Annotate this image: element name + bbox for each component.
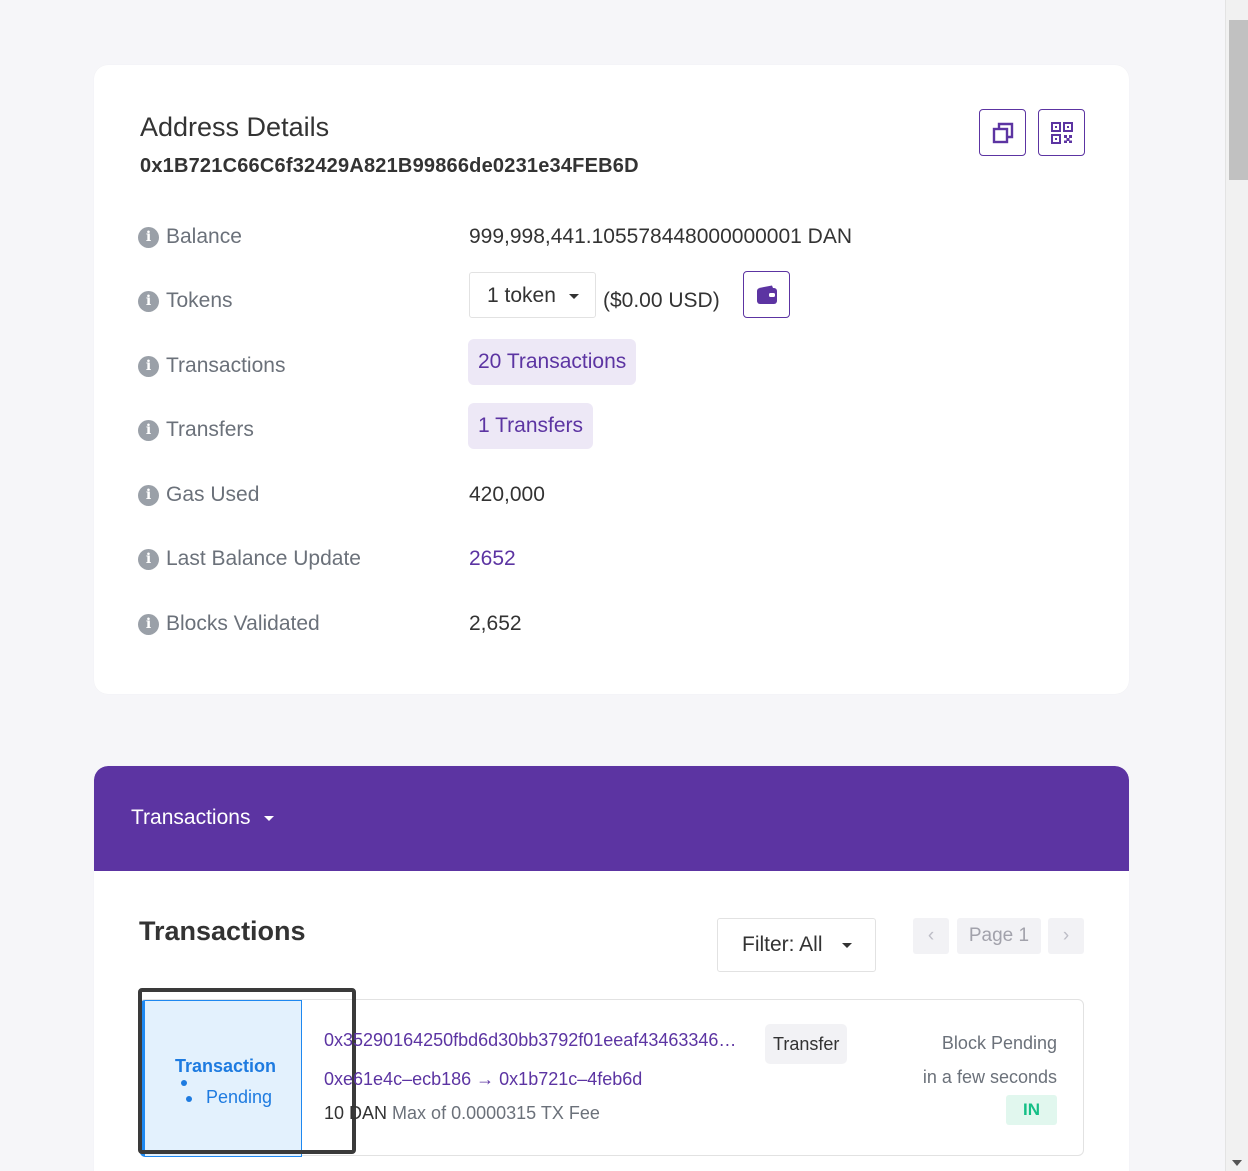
page-title: Address Details	[140, 112, 330, 142]
tokens-dropdown-label: 1 token	[487, 284, 556, 307]
tokens-dropdown[interactable]: 1 token	[469, 272, 596, 318]
balance-row: i Balance 999,998,441.105578448000000001…	[138, 224, 1078, 254]
transactions-card: Transactions Transactions Filter: All ‹ …	[94, 766, 1129, 1171]
gas-used-row: i Gas Used 420,000	[138, 482, 1078, 512]
transactions-count-link[interactable]: 20 Transactions	[468, 339, 637, 385]
transfers-label: Transfers	[166, 418, 254, 441]
copy-address-button[interactable]	[979, 109, 1026, 156]
wallet-button[interactable]	[743, 271, 790, 318]
page-scrollbar[interactable]	[1225, 0, 1248, 1171]
info-icon[interactable]: i	[138, 356, 159, 377]
gas-used-label: Gas Used	[166, 483, 260, 506]
transfers-count-link[interactable]: 1 Transfers	[468, 403, 594, 449]
blocks-validated-value: 2,652	[469, 612, 522, 635]
tab-dropdown[interactable]: Transactions	[131, 806, 275, 830]
tokens-row: i Tokens 1 token ($0.00 USD)	[138, 271, 1078, 318]
address-hash: 0x1B721C66C6f32429A821B99866de0231e34FEB…	[140, 155, 639, 177]
fee-value: Max of 0.0000315 TX Fee	[392, 1103, 600, 1123]
amount-value: 10 DAN	[324, 1103, 388, 1123]
transaction-addresses: 0xe61e4c–ecb186 → 0x1b721c–4feb6d	[324, 1069, 642, 1090]
last-balance-update-label: Last Balance Update	[166, 547, 361, 570]
qr-code-icon	[1050, 121, 1073, 144]
pagination-next-button[interactable]: ›	[1048, 918, 1084, 954]
copy-icon	[992, 122, 1013, 143]
address-details-card: Address Details 0x1B721C66C6f32429A821B9…	[94, 65, 1129, 694]
transactions-title: Transactions	[139, 916, 306, 946]
gas-used-value: 420,000	[469, 483, 545, 506]
transaction-time: in a few seconds	[922, 1067, 1057, 1087]
pagination-prev-button[interactable]: ‹	[913, 918, 949, 954]
info-icon[interactable]: i	[138, 549, 159, 570]
transactions-label: Transactions	[166, 354, 286, 377]
scroll-down-arrow-icon[interactable]	[1232, 1160, 1242, 1166]
blocks-validated-row: i Blocks Validated 2,652	[138, 611, 1078, 641]
qr-code-button[interactable]	[1038, 109, 1085, 156]
chevron-down-icon	[569, 294, 579, 299]
transaction-type-badge: Transfer	[765, 1024, 848, 1064]
to-address-link[interactable]: 0x1b721c–4feb6d	[499, 1069, 642, 1089]
filter-label: Filter: All	[742, 933, 823, 956]
transaction-amount: 10 DAN Max of 0.0000315 TX Fee	[324, 1103, 600, 1124]
tokens-usd-value: ($0.00 USD)	[603, 289, 720, 312]
last-balance-update-row: i Last Balance Update 2652	[138, 546, 1078, 576]
blocks-validated-label: Blocks Validated	[166, 612, 320, 635]
from-address-link[interactable]: 0xe61e4c–ecb186	[324, 1069, 471, 1089]
filter-dropdown[interactable]: Filter: All	[717, 918, 876, 972]
transaction-hash-link[interactable]: 0x35290164250fbd6d30bb3792f01eeaf4346334…	[324, 1030, 736, 1051]
chevron-down-icon	[842, 943, 852, 948]
info-icon[interactable]: i	[138, 614, 159, 635]
info-icon[interactable]: i	[138, 420, 159, 441]
transactions-row: i Transactions 20 Transactions	[138, 339, 1078, 385]
info-icon[interactable]: i	[138, 227, 159, 248]
balance-value: 999,998,441.105578448000000001 DAN	[469, 225, 853, 248]
last-balance-update-block-link[interactable]: 2652	[469, 547, 516, 571]
chevron-down-icon	[264, 815, 275, 821]
info-icon[interactable]: i	[138, 291, 159, 312]
wallet-icon	[756, 285, 777, 304]
tab-header: Transactions	[94, 766, 1129, 871]
pagination-page-indicator: Page 1	[957, 918, 1041, 954]
transfers-row: i Transfers 1 Transfers	[138, 403, 1078, 449]
tab-dropdown-label: Transactions	[131, 806, 251, 829]
balance-label: Balance	[166, 225, 242, 248]
tokens-label: Tokens	[166, 289, 233, 312]
info-icon[interactable]: i	[138, 485, 159, 506]
direction-badge: IN	[1006, 1095, 1057, 1125]
transaction-list-item: Transaction Pending 0x35290164250fbd6d30…	[138, 988, 1084, 1157]
scrollbar-thumb[interactable]	[1229, 20, 1248, 180]
block-status: Block Pending	[941, 1033, 1057, 1053]
arrow-right-icon: →	[476, 1069, 495, 1089]
